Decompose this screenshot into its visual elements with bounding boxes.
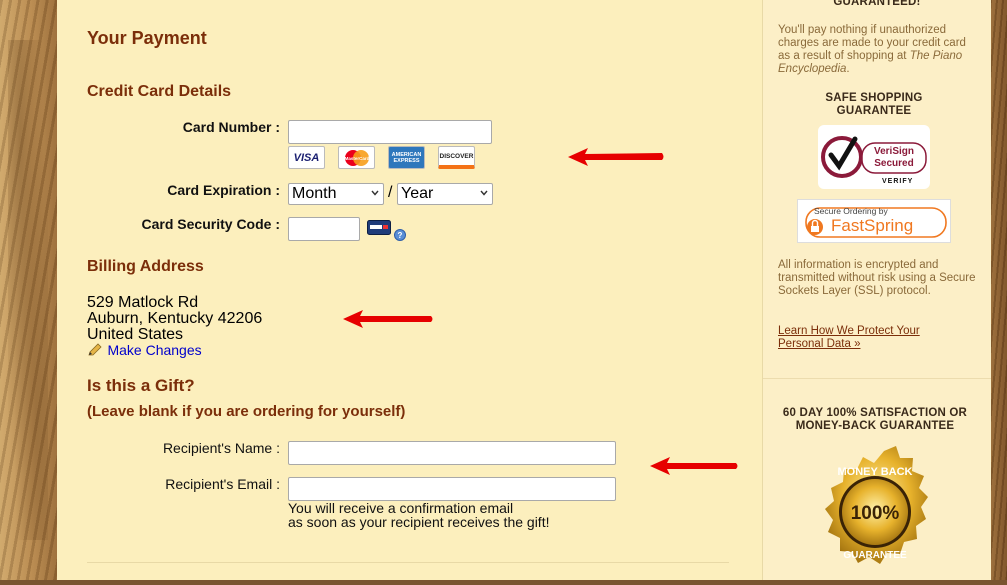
expiration-label: Card Expiration : xyxy=(167,182,280,198)
seal-bottom-text: GUARANTEE xyxy=(843,550,907,561)
section-divider xyxy=(87,562,729,563)
guarantee-heading-partial: GUARANTEED! xyxy=(833,0,921,8)
card-number-input[interactable] xyxy=(288,120,492,144)
recipient-email-input[interactable] xyxy=(288,477,616,501)
gift-subheading: (Leave blank if you are ordering for you… xyxy=(87,403,406,420)
protect-data-link[interactable]: Learn How We Protect Your Personal Data … xyxy=(778,325,920,350)
pointer-arrow-icon xyxy=(343,310,433,328)
cvv-card-icon xyxy=(367,220,391,235)
page-title: Your Payment xyxy=(87,28,207,48)
discover-icon: DISCOVER xyxy=(438,146,475,169)
gift-heading: Is this a Gift? xyxy=(87,376,195,395)
expiration-separator: / xyxy=(388,184,393,201)
gold-seal-icon: 100% MONEY BACK GUARANTEE xyxy=(825,442,928,564)
expiration-year-select[interactable]: Year xyxy=(397,183,493,205)
seal-top-text: MONEY BACK xyxy=(838,466,913,478)
verisign-badge[interactable]: VeriSign Secured VERIFY xyxy=(818,125,930,189)
security-code-label: Card Security Code : xyxy=(141,216,280,232)
billing-heading: Billing Address xyxy=(87,258,204,275)
make-changes-link[interactable]: Make Changes xyxy=(107,342,201,358)
help-icon[interactable]: ? xyxy=(394,228,406,241)
recipient-name-label: Recipient's Name : xyxy=(162,440,280,456)
security-code-input[interactable] xyxy=(288,217,360,241)
svg-text:MasterCard: MasterCard xyxy=(344,156,369,161)
chevron-down-icon xyxy=(371,190,379,196)
pointer-arrow-icon xyxy=(568,148,664,166)
verisign-text: VeriSign xyxy=(873,146,914,157)
fastspring-name-text: FastSpring xyxy=(831,216,914,235)
card-number-label: Card Number : xyxy=(182,119,280,135)
safe-shopping-heading: SAFE SHOPPING GUARANTEE xyxy=(825,92,923,117)
verisign-verify-text: VERIFY xyxy=(882,178,914,185)
satisfaction-heading: 60 DAY 100% SATISFACTION OR MONEY-BACK G… xyxy=(782,407,968,432)
gift-note-line-1: You will receive a confirmation email xyxy=(288,500,514,516)
ssl-text: All information is encrypted and transmi… xyxy=(778,259,976,297)
expiration-month-select[interactable]: Month xyxy=(288,183,384,205)
month-selected-value: Month xyxy=(292,185,337,202)
pencil-icon xyxy=(88,343,102,356)
recipient-name-input[interactable] xyxy=(288,441,616,465)
seal-percent-text: 100% xyxy=(851,503,900,524)
fastspring-top-text: Secure Ordering by xyxy=(814,206,888,216)
pointer-arrow-icon xyxy=(650,457,738,475)
year-selected-value: Year xyxy=(401,185,434,202)
chevron-down-icon xyxy=(480,190,488,196)
make-changes-row: Make Changes xyxy=(87,342,202,360)
wood-border-left xyxy=(0,0,57,580)
wood-border-right xyxy=(990,0,1007,580)
recipient-email-label: Recipient's Email : xyxy=(165,476,280,492)
guarantee-text: You'll pay nothing if unauthorized charg… xyxy=(778,24,966,75)
protect-data-link-wrap: Learn How We Protect Your Personal Data … xyxy=(778,325,948,351)
gift-note-line-2: as soon as your recipient receives the g… xyxy=(288,514,550,530)
visa-icon: VISA xyxy=(288,146,325,169)
money-back-seal: 100% MONEY BACK GUARANTEE xyxy=(800,440,950,580)
amex-icon: AMERICAN EXPRESS xyxy=(388,146,425,169)
verisign-secured-text: Secured xyxy=(874,158,914,169)
sidebar-divider xyxy=(763,378,991,379)
fastspring-badge[interactable]: Secure Ordering by FastSpring xyxy=(797,199,951,243)
mastercard-icon: MasterCard xyxy=(338,146,375,169)
credit-card-heading: Credit Card Details xyxy=(87,83,232,100)
svg-text:?: ? xyxy=(398,231,403,240)
